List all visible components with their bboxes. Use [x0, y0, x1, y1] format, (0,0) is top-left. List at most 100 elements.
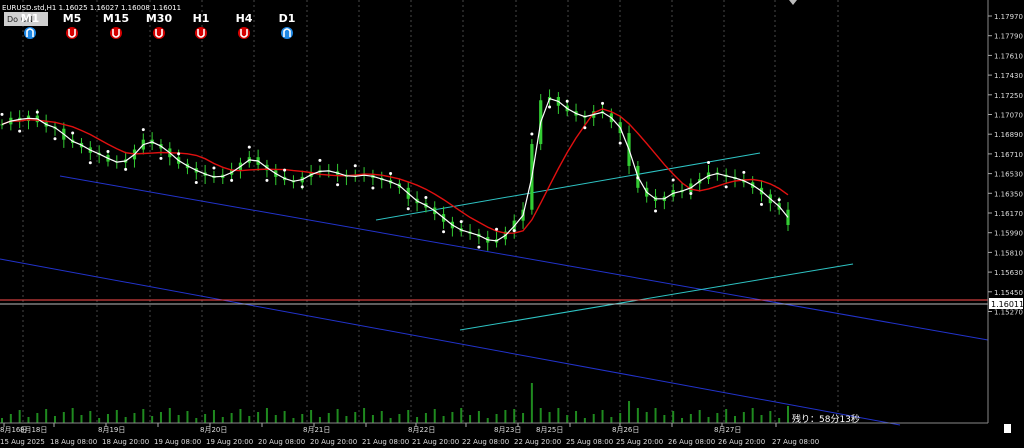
volume-bar	[239, 409, 242, 423]
volume-bar	[159, 412, 162, 423]
price-tick-label: 1.15810	[994, 249, 1023, 257]
volume-bar	[645, 412, 648, 423]
signal-dot	[406, 207, 410, 211]
volume-bar	[257, 412, 260, 423]
day-marker-label: 8月22日	[408, 426, 435, 434]
volume-bar	[98, 418, 101, 423]
remaining-time: 残り：58分13秒	[792, 413, 860, 425]
volume-bar	[177, 415, 180, 423]
volume-bar	[230, 413, 233, 423]
time-tick-label: 21 Aug 08:00	[362, 438, 409, 446]
volume-bar	[636, 408, 639, 423]
volume-bar	[142, 409, 145, 423]
volume-bar	[486, 418, 489, 423]
signal-dot	[442, 230, 446, 234]
day-marker-label: 8月20日	[200, 426, 227, 434]
volume-bar	[451, 412, 454, 423]
volume-bar	[689, 414, 692, 423]
price-tick-label: 1.15990	[994, 230, 1023, 238]
volume-bar	[787, 406, 789, 423]
signal-dot	[707, 161, 711, 165]
time-tick-label: 20 Aug 08:00	[258, 438, 305, 446]
price-chart[interactable]: 1.17970 1.17790 1.17610 1.17430 1.17250 1.170…	[0, 0, 1024, 448]
time-tick-label: 27 Aug 08:00	[772, 438, 819, 446]
volume-bar	[592, 414, 595, 423]
signal-dot	[371, 186, 375, 190]
timeframe-label: M30	[146, 12, 173, 25]
signal-dot	[671, 178, 675, 182]
signal-dot	[318, 158, 322, 162]
signal-dot	[71, 131, 75, 135]
symbol-info: EURUSD.std,H1 1.16025 1.16027 1.16008 1.…	[2, 4, 181, 12]
signal-dot	[18, 129, 22, 133]
signal-dot	[459, 220, 463, 224]
signal-dot	[283, 168, 287, 172]
signal-dot	[336, 183, 340, 187]
volume-bar	[433, 409, 436, 423]
signal-dot	[512, 229, 516, 233]
volume-bar	[725, 409, 728, 423]
signal-dot	[565, 99, 569, 103]
volume-bar	[513, 409, 516, 423]
price-tick-label: 1.17430	[994, 72, 1023, 80]
signal-dot	[424, 196, 428, 200]
volume-bar	[345, 416, 348, 423]
timeframe-label: H4	[236, 12, 253, 25]
price-tick-label: 1.15270	[994, 309, 1023, 317]
price-tick-label: 1.17970	[994, 13, 1023, 21]
chart-background	[0, 0, 1024, 448]
time-tick-label: 18 Aug 20:00	[102, 438, 149, 446]
signal-dot	[689, 191, 693, 195]
signal-dot	[601, 101, 605, 105]
signal-dot	[212, 166, 216, 170]
signal-dot	[53, 137, 57, 141]
time-tick-label: 19 Aug 20:00	[206, 438, 253, 446]
volume-bar	[1, 418, 3, 423]
volume-bar	[566, 415, 569, 423]
volume-bar	[18, 410, 21, 423]
price-tick-label: 1.15450	[994, 289, 1023, 297]
signal-dot	[777, 198, 781, 202]
volume-bar	[469, 415, 472, 423]
volume-bar	[583, 418, 586, 423]
volume-bar	[371, 415, 374, 423]
time-tick-label: 22 Aug 08:00	[462, 438, 509, 446]
day-marker-label: 8月21日	[303, 426, 330, 434]
price-tick-label: 1.16530	[994, 171, 1023, 179]
time-tick-label: 19 Aug 08:00	[154, 438, 201, 446]
volume-bar	[416, 417, 419, 423]
volume-bar	[292, 418, 295, 423]
volume-bar	[248, 416, 251, 423]
volume-bar	[619, 413, 622, 423]
signal-dot	[300, 185, 304, 189]
signal-dot	[88, 161, 92, 165]
signal-dot	[636, 176, 640, 180]
signal-dot	[0, 112, 4, 116]
volume-bar	[672, 411, 675, 423]
timeframe-label: D1	[279, 12, 296, 25]
volume-bar	[318, 417, 321, 423]
volume-bar	[195, 418, 198, 423]
volume-bar	[133, 413, 136, 423]
price-tick-label: 1.15630	[994, 269, 1023, 277]
timeframe-label: M5	[63, 12, 82, 25]
volume-bar	[760, 415, 763, 423]
volume-bar	[442, 416, 445, 423]
signal-dot	[618, 141, 622, 145]
time-tick-label: 25 Aug 20:00	[616, 438, 663, 446]
volume-bar	[663, 415, 666, 423]
volume-bar	[654, 408, 657, 423]
volume-bar	[204, 414, 207, 423]
volume-bar	[36, 413, 39, 423]
signal-dot	[353, 164, 357, 168]
volume-bar	[9, 414, 12, 423]
price-tick-label: 1.17790	[994, 33, 1023, 41]
volume-bar	[716, 413, 719, 423]
current-price-label: 1.16011	[991, 300, 1024, 309]
autoscroll-icon[interactable]	[1004, 424, 1011, 433]
volume-bar	[424, 413, 427, 423]
day-marker-label: 8月26日	[612, 426, 639, 434]
day-marker-label: 8月19日	[98, 426, 125, 434]
signal-dot	[477, 245, 481, 249]
signal-dot	[742, 170, 746, 174]
